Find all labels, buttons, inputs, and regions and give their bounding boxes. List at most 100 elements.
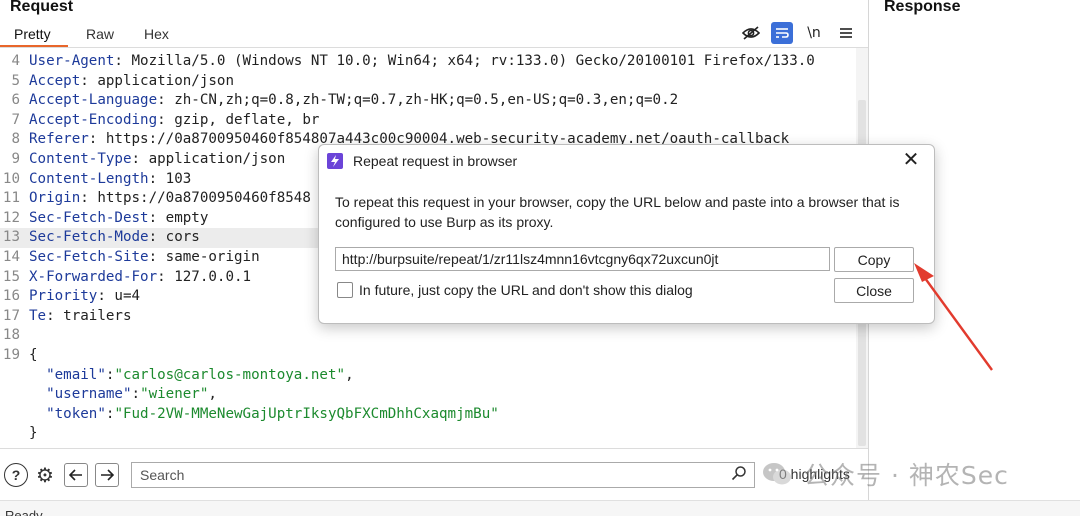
- status-text: Ready: [5, 508, 43, 516]
- line-content: {: [29, 347, 38, 363]
- dont-show-label: In future, just copy the URL and don't s…: [359, 282, 693, 298]
- header-name: Content-Type: [29, 151, 132, 167]
- header-name: Accept: [29, 72, 81, 89]
- header-name: Priority: [29, 288, 98, 305]
- header-name: X-Forwarded-For: [29, 268, 158, 285]
- line-number: 13: [2, 229, 20, 246]
- code-line: "email":"carlos@carlos-montoya.net",: [0, 366, 856, 386]
- header-name: Sec-Fetch-Dest: [29, 209, 149, 226]
- header-name: Sec-Fetch-Site: [29, 249, 149, 265]
- burp-lightning-icon: [327, 153, 343, 169]
- repeat-url-field[interactable]: [335, 247, 830, 271]
- code-line: 7 Accept-Encoding: gzip, deflate, br: [0, 111, 856, 131]
- line-content: Sec-Fetch-Site: same-origin: [29, 249, 260, 265]
- gear-icon[interactable]: ⚙: [33, 463, 57, 487]
- line-content: Accept: application/json: [29, 72, 235, 89]
- line-content: Content-Length: 103: [29, 170, 192, 187]
- header-value: gzip, deflate, br: [165, 111, 320, 128]
- line-number: 8: [11, 131, 20, 148]
- response-title: Response: [884, 0, 961, 15]
- arrow-right-icon[interactable]: [95, 463, 119, 487]
- json-key: "email": [46, 366, 106, 383]
- request-title: Request: [10, 0, 74, 15]
- line-number: 12: [2, 209, 20, 226]
- code-line: }: [0, 424, 856, 444]
- arrow-left-icon[interactable]: [64, 463, 88, 487]
- header-value: application/json: [140, 151, 286, 167]
- tab-raw[interactable]: Raw: [86, 26, 114, 42]
- line-content: Accept-Language: zh-CN,zh;q=0.8,zh-TW;q=…: [29, 92, 679, 109]
- line-content: "email":"carlos@carlos-montoya.net",: [46, 366, 354, 383]
- eye-slash-icon[interactable]: [740, 22, 762, 44]
- line-number: 7: [11, 111, 20, 128]
- header-value: zh-CN,zh;q=0.8,zh-TW;q=0.7,zh-HK;q=0.5,e…: [165, 92, 679, 109]
- line-content: "username":"wiener",: [46, 386, 217, 403]
- search-input[interactable]: [131, 462, 755, 488]
- status-bar: Ready: [0, 500, 1080, 516]
- line-number: 17: [2, 307, 20, 324]
- header-value: application/json: [88, 72, 235, 89]
- request-tab-strip: Pretty Raw Hex: [0, 22, 868, 48]
- line-content: "token":"Fud-2VW-MMeNewGajUptrIksyQbFXCm…: [46, 405, 499, 422]
- dialog-title: Repeat request in browser: [353, 153, 518, 169]
- header-value: 127.0.0.1: [165, 268, 252, 285]
- code-line: "username":"wiener",: [0, 385, 856, 405]
- header-value: u=4: [105, 288, 141, 305]
- header-name: Accept-Encoding: [29, 111, 158, 128]
- watermark: 公众号 · 神农Sec: [762, 456, 1062, 492]
- code-line: 5 Accept: application/json: [0, 72, 856, 92]
- dont-show-checkbox[interactable]: [337, 282, 353, 298]
- dialog-message: To repeat this request in your browser, …: [335, 194, 900, 230]
- line-content: Te: trailers: [29, 307, 132, 324]
- header-value: trailers: [54, 307, 132, 324]
- help-icon[interactable]: ?: [4, 463, 28, 487]
- annotation-arrow: [914, 263, 993, 371]
- code-line: 6 Accept-Language: zh-CN,zh;q=0.8,zh-TW;q…: [0, 91, 856, 111]
- json-value: "carlos@carlos-montoya.net": [114, 366, 346, 383]
- code-line: 4 User-Agent: Mozilla/5.0 (Windows NT 10.…: [0, 52, 856, 72]
- line-content: X-Forwarded-For: 127.0.0.1: [29, 268, 252, 285]
- header-value: https://0a8700950460f8548: [88, 190, 311, 207]
- json-key: "token": [46, 405, 106, 422]
- line-content: Origin: https://0a8700950460f8548: [29, 190, 311, 207]
- header-value: empty: [157, 209, 209, 226]
- line-number: 5: [11, 72, 20, 89]
- tab-pretty[interactable]: Pretty: [14, 26, 51, 42]
- line-number: 11: [2, 190, 20, 207]
- line-number: 14: [2, 249, 20, 265]
- line-content: }: [29, 425, 38, 442]
- line-content: User-Agent: Mozilla/5.0 (Windows NT 10.0…: [29, 53, 815, 69]
- header-value: same-origin: [157, 249, 260, 265]
- header-name: Te: [29, 307, 47, 324]
- line-number: 6: [11, 92, 20, 109]
- show-newlines-toggle[interactable]: \n: [803, 22, 825, 44]
- code-line: 18: [0, 326, 856, 346]
- search-bar: ? ⚙ 0 highlights: [0, 448, 868, 498]
- header-name: Origin: [29, 190, 81, 207]
- line-content: Accept-Encoding: gzip, deflate, br: [29, 111, 320, 128]
- line-content: Sec-Fetch-Mode: cors: [29, 229, 200, 246]
- json-key: "username": [46, 386, 132, 403]
- line-number: 4: [11, 53, 20, 69]
- line-content: Sec-Fetch-Dest: empty: [29, 209, 209, 226]
- header-value: 103: [157, 170, 192, 187]
- repeat-request-dialog: Repeat request in browser ✕ To repeat th…: [318, 144, 935, 324]
- close-icon[interactable]: ✕: [899, 148, 923, 172]
- line-number: 16: [2, 288, 20, 305]
- header-name: Content-Length: [29, 170, 149, 187]
- json-value: "Fud-2VW-MMeNewGajUptrIksyQbFXCmDhhCxaqm…: [114, 405, 499, 422]
- line-content: Content-Type: application/json: [29, 151, 286, 167]
- line-number: 18: [2, 327, 20, 344]
- tab-hex[interactable]: Hex: [144, 26, 169, 42]
- code-line: 19 {: [0, 346, 856, 366]
- word-wrap-icon[interactable]: [771, 22, 793, 44]
- line-number: 19: [2, 347, 20, 363]
- wechat-logo-icon: [763, 463, 791, 485]
- code-line: "token":"Fud-2VW-MMeNewGajUptrIksyQbFXCm…: [0, 405, 856, 425]
- hamburger-menu-icon[interactable]: [835, 22, 857, 44]
- line-number: 9: [11, 151, 20, 167]
- header-value: cors: [157, 229, 200, 246]
- search-icon[interactable]: [731, 465, 751, 485]
- header-name: User-Agent: [29, 53, 115, 69]
- line-number: 15: [2, 268, 20, 285]
